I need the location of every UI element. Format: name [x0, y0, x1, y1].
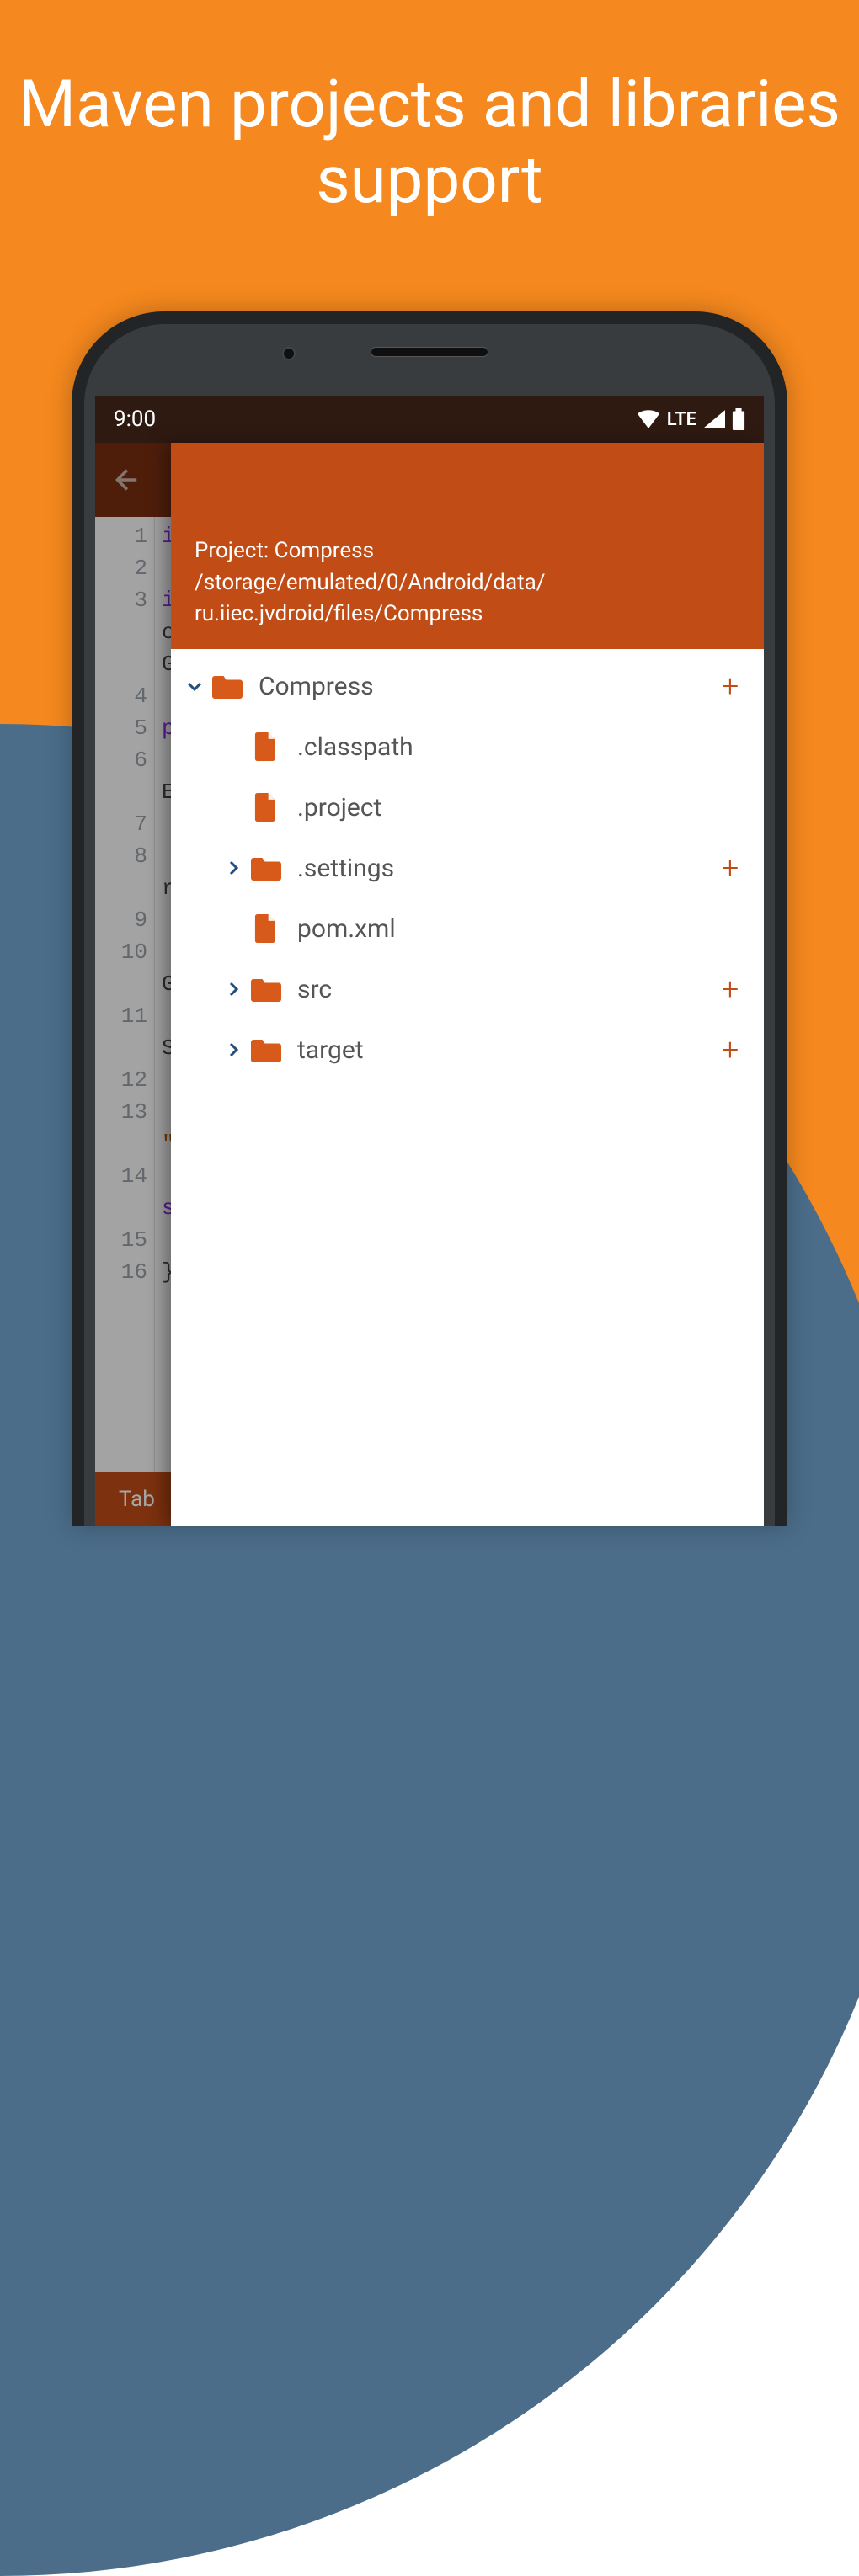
folder-icon: [248, 855, 284, 881]
tree-node-label: Compress: [259, 672, 715, 701]
tree-folder-row[interactable]: .settings +: [171, 838, 764, 898]
marketing-headline: Maven projects and libraries support: [0, 67, 859, 218]
project-path-1: /storage/emulated/0/Android/data/: [195, 567, 740, 599]
project-drawer-header: Project: Compress /storage/emulated/0/An…: [171, 443, 764, 649]
camera-dot: [282, 347, 296, 360]
status-icons: LTE: [637, 408, 745, 430]
tree-file-row[interactable]: .project: [171, 777, 764, 838]
file-icon: [248, 914, 284, 943]
add-button[interactable]: +: [715, 850, 745, 886]
tree-node-label: src: [297, 975, 715, 1004]
chevron-down-icon[interactable]: [179, 676, 210, 696]
tree-root-row[interactable]: Compress +: [171, 656, 764, 716]
tree-file-row[interactable]: .classpath: [171, 716, 764, 777]
chevron-right-icon[interactable]: [218, 979, 248, 999]
tree-node-label: pom.xml: [297, 914, 745, 944]
project-drawer: Project: Compress /storage/emulated/0/An…: [171, 443, 764, 1526]
chevron-right-icon[interactable]: [218, 858, 248, 878]
folder-icon: [248, 977, 284, 1002]
add-button[interactable]: +: [715, 971, 745, 1007]
file-icon: [248, 793, 284, 822]
tree-folder-row[interactable]: target +: [171, 1019, 764, 1080]
tree-folder-row[interactable]: src +: [171, 959, 764, 1019]
status-time: 9:00: [114, 407, 156, 432]
chevron-right-icon[interactable]: [218, 1040, 248, 1060]
file-tree: Compress + .classpath: [171, 649, 764, 1526]
tree-file-row[interactable]: pom.xml: [171, 898, 764, 959]
wifi-icon: [637, 410, 660, 428]
add-button[interactable]: +: [715, 668, 745, 704]
tree-node-label: target: [297, 1035, 715, 1065]
add-button[interactable]: +: [715, 1032, 745, 1067]
speaker-grille: [371, 347, 488, 357]
tree-node-label: .classpath: [297, 732, 745, 762]
project-path-2: ru.iiec.jvdroid/files/Compress: [195, 599, 740, 631]
battery-icon: [732, 408, 745, 430]
file-icon: [248, 732, 284, 761]
network-label: LTE: [667, 409, 696, 430]
folder-icon: [210, 673, 245, 699]
device-screen: 9:00 LTE 1 2 3 4 5 6 7: [95, 396, 764, 1526]
tree-node-label: .settings: [297, 854, 715, 883]
tree-node-label: .project: [297, 793, 745, 822]
status-bar: 9:00 LTE: [95, 396, 764, 443]
project-title: Project: Compress: [195, 535, 740, 567]
signal-icon: [703, 410, 725, 428]
folder-icon: [248, 1037, 284, 1062]
phone-mockup: 9:00 LTE 1 2 3 4 5 6 7: [72, 311, 787, 1526]
